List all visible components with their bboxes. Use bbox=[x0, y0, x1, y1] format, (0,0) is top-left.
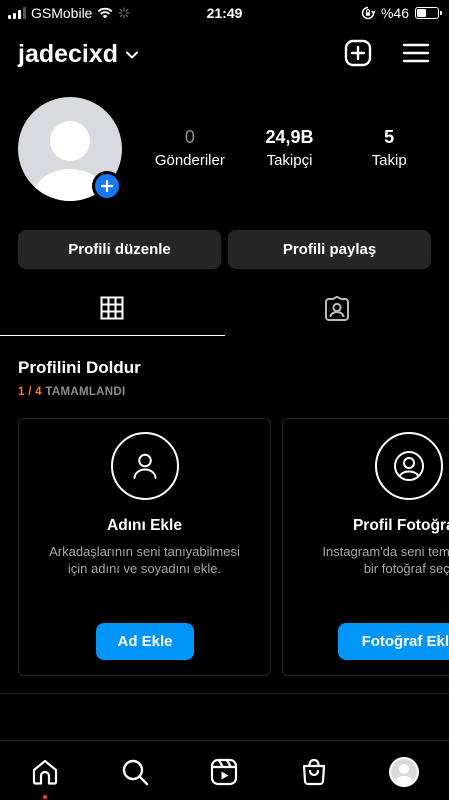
plus-square-icon bbox=[344, 39, 372, 67]
tab-posts-grid[interactable] bbox=[0, 293, 225, 336]
card-title: Profil Fotoğrafı bbox=[352, 517, 449, 534]
complete-profile-title: Profilini Doldur bbox=[18, 358, 141, 377]
plus-icon bbox=[101, 180, 113, 192]
profile-header: jadecixd bbox=[18, 38, 431, 72]
chevron-down-icon bbox=[126, 51, 139, 58]
status-bar: GSMobile 21:49 %46 bbox=[0, 0, 449, 26]
shopping-bag-icon bbox=[303, 758, 326, 786]
card-description: Arkadaşlarının seni tanıyabilmesi için a… bbox=[19, 543, 270, 577]
grid-icon bbox=[100, 296, 124, 320]
add-name-button[interactable]: Ad Ekle bbox=[96, 623, 194, 660]
card-description-line: Arkadaşlarının seni tanıyabilmesi bbox=[49, 544, 240, 559]
nav-shop[interactable] bbox=[297, 755, 331, 789]
home-icon bbox=[32, 759, 57, 785]
create-post-button[interactable] bbox=[343, 38, 373, 68]
person-icon-circle bbox=[110, 432, 179, 500]
user-circle-icon bbox=[393, 451, 424, 481]
edit-profile-button[interactable]: Profili düzenle bbox=[18, 230, 221, 269]
add-name-card: Adını Ekle Arkadaşlarının seni tanıyabil… bbox=[18, 418, 271, 676]
complete-profile-progress: 1 / 4 TAMAMLANDI bbox=[18, 386, 125, 398]
profile-photo-icon-circle bbox=[374, 432, 443, 500]
stat-following[interactable]: 5 Takip bbox=[339, 127, 439, 169]
username: jadecixd bbox=[18, 40, 119, 68]
profile-avatar-small bbox=[389, 757, 420, 787]
stat-label: Gönderiler bbox=[154, 152, 225, 169]
progress-label: TAMAMLANDI bbox=[45, 386, 126, 398]
profile-stats: 0 Gönderiler 24,9B Takipçi 5 Takip bbox=[140, 127, 439, 169]
person-icon bbox=[133, 453, 156, 479]
stat-value: 5 bbox=[384, 127, 395, 147]
hamburger-menu-icon bbox=[403, 43, 429, 63]
account-switcher[interactable]: jadecixd bbox=[18, 40, 139, 69]
card-title: Adını Ekle bbox=[107, 517, 182, 534]
battery-percent: %46 bbox=[380, 5, 409, 21]
stat-value: 0 bbox=[184, 127, 195, 147]
card-description-line: için adını ve soyadını ekle. bbox=[67, 561, 222, 576]
card-description: Instagram'da seni temsil eden bir fotoğr… bbox=[283, 543, 449, 577]
tagged-person-icon bbox=[324, 296, 349, 321]
nav-home[interactable] bbox=[28, 755, 62, 799]
stat-label: Takip bbox=[371, 152, 407, 169]
divider bbox=[0, 693, 449, 694]
complete-profile-carousel[interactable]: Adını Ekle Arkadaşlarının seni tanıyabil… bbox=[18, 418, 449, 676]
add-photo-card: Profil Fotoğrafı Instagram'da seni temsi… bbox=[282, 418, 449, 676]
progress-count: 1 / 4 bbox=[18, 386, 42, 398]
reels-icon bbox=[211, 758, 238, 786]
add-photo-button[interactable]: Fotoğraf Ekle bbox=[338, 623, 449, 660]
card-description-line: Instagram'da seni temsil eden bbox=[322, 544, 449, 559]
search-icon bbox=[122, 759, 148, 786]
menu-button[interactable] bbox=[401, 38, 431, 68]
tab-tagged[interactable] bbox=[225, 293, 449, 336]
share-profile-button[interactable]: Profili paylaş bbox=[228, 230, 431, 269]
battery-icon bbox=[415, 7, 442, 19]
nav-search[interactable] bbox=[118, 755, 152, 789]
card-description-line: bir fotoğraf seç. bbox=[363, 561, 449, 576]
nav-profile[interactable] bbox=[387, 755, 421, 789]
notification-dot bbox=[42, 795, 47, 799]
stat-label: Takipçi bbox=[266, 152, 313, 169]
stat-value: 24,9B bbox=[265, 127, 314, 147]
stat-posts[interactable]: 0 Gönderiler bbox=[140, 127, 240, 169]
add-story-badge[interactable] bbox=[92, 171, 122, 201]
profile-tabs bbox=[0, 293, 449, 336]
bottom-navigation bbox=[0, 740, 449, 800]
nav-reels[interactable] bbox=[207, 755, 241, 789]
stat-followers[interactable]: 24,9B Takipçi bbox=[240, 127, 340, 169]
rotation-lock-icon bbox=[361, 6, 375, 20]
